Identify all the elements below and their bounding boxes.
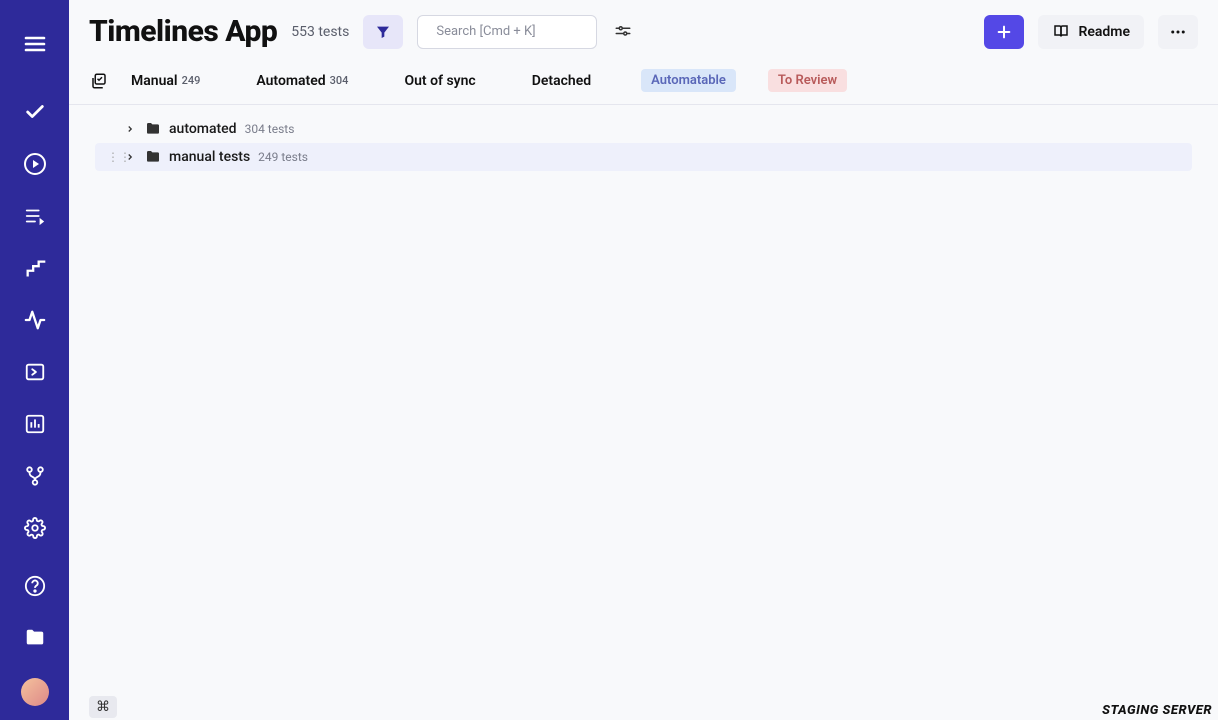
readme-button[interactable]: Readme — [1038, 15, 1144, 49]
tab-automated-label: Automated — [256, 73, 325, 89]
import-icon[interactable] — [17, 354, 53, 390]
tree: ⋮⋮ automated 304 tests ⋮⋮ manual tests — [69, 105, 1218, 171]
chip-automatable[interactable]: Automatable — [641, 69, 736, 92]
folder-icon[interactable] — [17, 620, 53, 656]
command-key-icon[interactable]: ⌘ — [89, 696, 117, 718]
avatar[interactable] — [21, 678, 49, 706]
chip-to-review-label: To Review — [778, 73, 837, 88]
tab-automated-count: 304 — [330, 74, 349, 87]
copy-check-icon[interactable] — [89, 71, 109, 91]
help-icon[interactable] — [17, 568, 53, 604]
tabs-bar: Manual 249 Automated 304 Out of sync Det… — [69, 49, 1218, 105]
chart-icon[interactable] — [17, 406, 53, 442]
tree-count-automated: 304 tests — [245, 122, 295, 136]
tree-label-automated: automated — [169, 121, 237, 137]
drag-handle-icon[interactable]: ⋮⋮ — [107, 150, 117, 164]
tests-count-label: 553 tests — [291, 24, 349, 40]
folder-icon — [145, 149, 161, 165]
search-box[interactable] — [417, 15, 597, 49]
chip-automatable-label: Automatable — [651, 73, 726, 88]
tab-automated[interactable]: Automated 304 — [250, 73, 354, 89]
tab-out-of-sync-label: Out of sync — [404, 73, 475, 89]
book-icon — [1052, 23, 1070, 41]
main: Timelines App 553 tests Readme — [69, 0, 1218, 720]
tab-out-of-sync[interactable]: Out of sync — [398, 73, 481, 89]
menu-icon[interactable] — [17, 26, 53, 62]
playlist-icon[interactable] — [17, 198, 53, 234]
environment-label: STAGING SERVER — [1102, 703, 1214, 718]
tree-row-manual[interactable]: ⋮⋮ manual tests 249 tests — [95, 143, 1192, 171]
check-icon[interactable] — [17, 94, 53, 130]
tab-manual-label: Manual — [131, 73, 178, 89]
play-circle-icon[interactable] — [17, 146, 53, 182]
tree-row-automated[interactable]: ⋮⋮ automated 304 tests — [101, 115, 1186, 143]
tree-count-manual: 249 tests — [258, 150, 308, 164]
readme-label: Readme — [1078, 24, 1130, 40]
tab-manual[interactable]: Manual 249 — [125, 73, 206, 89]
tab-manual-count: 249 — [182, 74, 201, 87]
header: Timelines App 553 tests Readme — [69, 0, 1218, 49]
chevron-right-icon[interactable] — [125, 152, 137, 162]
gear-icon[interactable] — [17, 510, 53, 546]
tab-detached[interactable]: Detached — [526, 73, 597, 89]
settings-sliders-icon[interactable] — [611, 20, 635, 44]
branch-icon[interactable] — [17, 458, 53, 494]
stairs-icon[interactable] — [17, 250, 53, 286]
tab-detached-label: Detached — [532, 73, 591, 89]
folder-icon — [145, 121, 161, 137]
chevron-right-icon[interactable] — [125, 124, 137, 134]
filter-button[interactable] — [363, 15, 403, 49]
sidebar — [0, 0, 69, 720]
chip-to-review[interactable]: To Review — [768, 69, 847, 92]
footer: ⌘ STAGING SERVER — [69, 696, 1218, 720]
tree-label-manual: manual tests — [169, 149, 250, 165]
activity-icon[interactable] — [17, 302, 53, 338]
add-button[interactable] — [984, 15, 1024, 49]
more-button[interactable] — [1158, 15, 1198, 49]
search-input[interactable] — [436, 24, 602, 39]
page-title: Timelines App — [89, 14, 277, 49]
